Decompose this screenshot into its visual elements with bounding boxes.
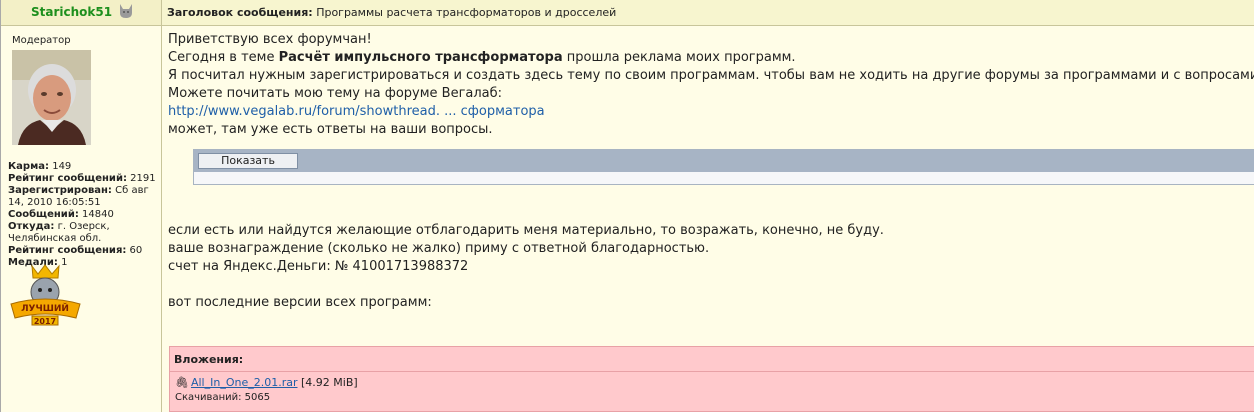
attachment-link[interactable]: All_In_One_2.01.rar <box>191 376 298 389</box>
attachment-downloads: Скачиваний: 5065 <box>175 392 271 403</box>
paperclip-icon: 🖇 <box>175 376 189 389</box>
spoiler-block: Показать <box>193 149 1254 185</box>
post-line: Я посчитал нужным зарегистрироваться и с… <box>168 68 1254 83</box>
post-line: Можете почитать мою тему на форуме Вегал… <box>168 86 503 101</box>
vegalab-link[interactable]: http://www.vegalab.ru/forum/showthread. … <box>168 104 545 119</box>
attachments-title: Вложения: <box>174 353 244 366</box>
subject-label: Заголовок сообщения: <box>167 6 313 19</box>
attachment-item: 🖇 All_In_One_2.01.rar [4.92 MiB] <box>175 376 358 389</box>
stat-message-rating: Рейтинг сообщений: 2191 <box>8 173 156 184</box>
forum-post: Starichok51 Заголовок сообщения: Програм… <box>0 0 1254 412</box>
stat-registered: Зарегистрирован: Сб авг 14, 2010 16:05:5… <box>8 185 149 208</box>
author-header: Starichok51 <box>1 0 162 26</box>
post-line: Приветствую всех форумчан! <box>168 32 372 47</box>
stat-messages: Сообщений: 14840 <box>8 209 114 220</box>
attachment-size: [4.92 MiB] <box>301 376 358 389</box>
post-body-top: Приветствую всех форумчан! Сегодня в тем… <box>168 31 1254 139</box>
post-line: счет на Яндекс.Деньги: № 41001713988372 <box>168 259 469 274</box>
cat-icon <box>120 4 132 18</box>
post-body-bottom: если есть или найдутся желающие отблагод… <box>168 222 884 312</box>
subject-header: Заголовок сообщения: Программы расчета т… <box>162 0 1254 26</box>
topic-title-bold: Расчёт импульсного трансформатора <box>278 50 563 65</box>
author-rank: Модератор <box>12 35 71 46</box>
subject-text: Программы расчета трансформаторов и дрос… <box>316 6 617 19</box>
attachments-divider <box>170 371 1254 372</box>
medal-icon[interactable]: ЛУЧШИЙ 2017 <box>8 264 83 326</box>
medal-year: 2017 <box>34 317 56 326</box>
post-line: Сегодня в теме Расчёт импульсного трансф… <box>168 50 796 65</box>
show-spoiler-button[interactable]: Показать <box>198 153 298 169</box>
post-line: вот последние версии всех программ: <box>168 295 432 310</box>
author-sidebar: Модератор Карма: 149 Рейтинг сообщений: … <box>1 26 162 412</box>
author-stats: Карма: 149 Рейтинг сообщений: 2191 Зарег… <box>8 161 158 269</box>
medal-text: ЛУЧШИЙ <box>21 302 69 314</box>
post-line: может, там уже есть ответы на ваши вопро… <box>168 122 493 137</box>
post-line: если есть или найдутся желающие отблагод… <box>168 223 884 238</box>
spoiler-header: Показать <box>194 150 1254 172</box>
author-username[interactable]: Starichok51 <box>31 5 112 19</box>
stat-karma: Карма: 149 <box>8 161 72 172</box>
attachments-box: Вложения: 🖇 All_In_One_2.01.rar [4.92 MiB… <box>169 346 1254 412</box>
avatar[interactable] <box>12 50 91 145</box>
post-content: Приветствую всех форумчан! Сегодня в тем… <box>162 26 1254 412</box>
stat-post-rating: Рейтинг сообщения: 60 <box>8 245 143 256</box>
post-line: ваше вознаграждение (сколько не жалко) п… <box>168 241 710 256</box>
stat-location: Откуда: г. Озерск, Челябинская обл. <box>8 221 110 244</box>
